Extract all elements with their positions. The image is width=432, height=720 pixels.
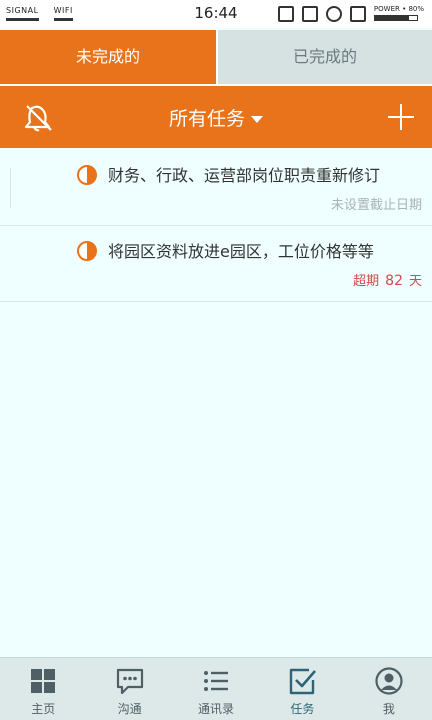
task-title: 将园区资料放进e园区，工位价格等等 [108,242,374,261]
sync-icon [326,6,342,22]
half-circle-icon[interactable] [76,240,98,262]
power-label: POWER • 80% [373,5,424,13]
nav-label: 我 [382,702,395,716]
nav-label: 任务 [290,702,315,716]
task-item[interactable]: 财务、行政、运营部岗位职责重新修订 未设置截止日期 [0,150,432,226]
caret-down-icon [251,116,263,123]
overdue-days: 82 [385,273,403,289]
tab-completed[interactable]: 已完成的 [216,30,432,84]
user-icon [375,667,403,695]
tab-incomplete[interactable]: 未完成的 [0,30,216,84]
filter-dropdown[interactable]: 所有任务 [0,104,432,131]
vibrate-icon [350,6,366,22]
list-icon [204,671,229,691]
status-icons [278,6,366,22]
page-title: 所有任务 [168,108,245,130]
overdue-suffix: 天 [408,274,422,289]
bottom-nav: 主页 沟通 通讯录 任务 我 [0,657,432,720]
battery-fill [374,16,409,20]
status-bar: SIGNAL WIFI 16:44 POWER • 80% [0,0,432,28]
image-icon [278,6,294,22]
task-deadline: 未设置截止日期 [330,198,422,213]
task-overdue: 超期 82 天 [353,270,422,289]
grid-icon [31,669,56,693]
task-check-icon [290,668,317,695]
task-header: 所有任务 [0,86,432,148]
nav-me[interactable]: 我 [346,658,432,720]
nav-tasks[interactable]: 任务 [259,658,345,720]
status-time: 16:44 [194,4,238,22]
battery-icon [373,15,418,21]
nav-chat[interactable]: 沟通 [86,658,172,720]
plus-icon[interactable] [386,102,416,132]
nav-contacts[interactable]: 通讯录 [173,658,259,720]
nav-label: 沟通 [117,702,142,716]
shield-icon [302,6,318,22]
overdue-prefix: 超期 [353,274,380,289]
screen: SIGNAL WIFI 16:44 POWER • 80% 未完成的 已完成的 … [0,0,432,720]
chat-icon [116,668,143,695]
nav-label: 主页 [31,702,56,716]
task-tabs: 未完成的 已完成的 [0,30,432,84]
nav-home[interactable]: 主页 [0,658,86,720]
task-title: 财务、行政、运营部岗位职责重新修订 [108,166,381,185]
nav-label: 通讯录 [198,702,235,716]
half-circle-icon[interactable] [76,164,98,186]
task-item[interactable]: 将园区资料放进e园区，工位价格等等 超期 82 天 [0,226,432,302]
power-indicator: POWER • 80% [373,5,424,21]
divider [10,168,11,208]
